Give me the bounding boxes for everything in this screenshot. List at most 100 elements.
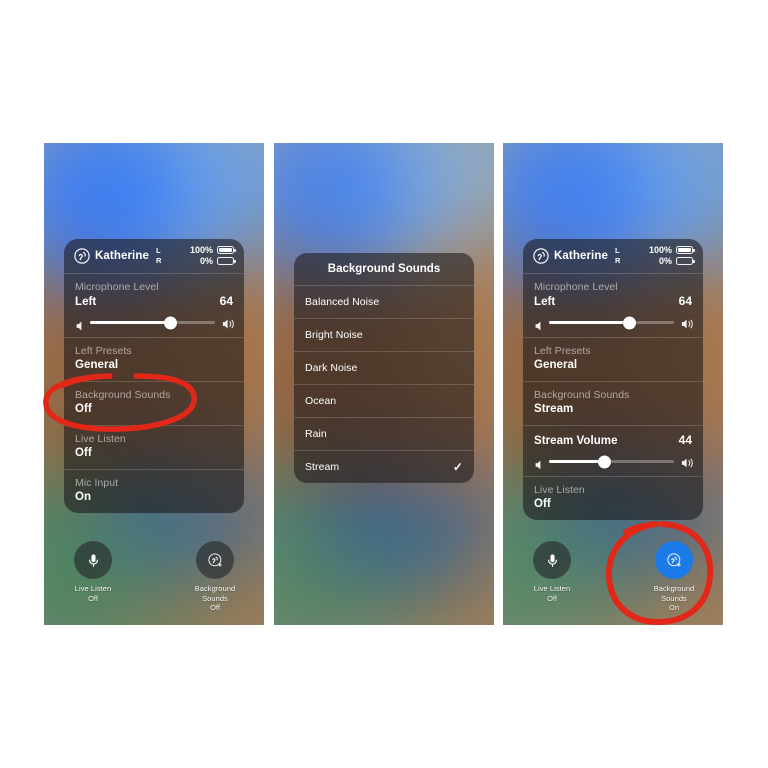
mic-input-label: Mic Input [75, 477, 119, 489]
background-sounds-icon-circle[interactable] [196, 541, 234, 579]
stream-volume-slider[interactable] [534, 455, 693, 469]
left-presets-label: Left Presets [75, 345, 132, 357]
device-name: Katherine [95, 249, 149, 262]
background-sounds-value: Stream [534, 403, 574, 415]
action-buttons-3: Live Listen Off Background Sounds On [503, 541, 723, 613]
battery-right-value: 0% [199, 256, 213, 266]
stream-volume-label: Stream Volume [534, 435, 618, 447]
hearing-control-card-1: Katherine L R 100% 0% Microphone Level L… [64, 239, 244, 513]
battery-left-icon [676, 245, 695, 255]
live-listen-button-title: Live Listen [74, 584, 112, 593]
background-sounds-button[interactable]: Background Sounds Off [181, 541, 249, 613]
battery-right-icon [217, 256, 236, 266]
phone-screenshot-1: Katherine L R 100% 0% Microphone Level L… [44, 143, 264, 625]
menu-title: Background Sounds [327, 263, 441, 275]
microphone-level-row[interactable]: Microphone Level Left 64 [64, 273, 244, 337]
background-sounds-button-title-line1: Background [194, 584, 236, 593]
left-presets-row[interactable]: Left Presets General [64, 337, 244, 381]
microphone-icon-circle[interactable] [533, 541, 571, 579]
background-sounds-value: Off [75, 403, 92, 415]
battery-right-icon [676, 256, 695, 266]
live-listen-value: Off [534, 498, 551, 510]
menu-item-label: Rain [305, 428, 327, 440]
live-listen-button-title: Live Listen [533, 584, 571, 593]
volume-low-icon [75, 319, 83, 330]
live-listen-button-state: Off [547, 593, 557, 603]
menu-item-label: Bright Noise [305, 329, 363, 341]
stream-volume-track[interactable] [549, 455, 674, 468]
live-listen-button[interactable]: Live Listen Off [59, 541, 127, 613]
volume-high-icon [681, 456, 693, 468]
left-presets-row[interactable]: Left Presets General [523, 337, 703, 381]
left-presets-value: General [75, 359, 119, 371]
battery-left-value: 100% [648, 245, 672, 255]
microphone-level-value: Left [75, 296, 97, 308]
battery-left-icon [217, 245, 236, 255]
menu-item-dark-noise[interactable]: Dark Noise [294, 351, 474, 384]
microphone-level-label: Microphone Level [75, 281, 159, 293]
background-sounds-row[interactable]: Background Sounds Stream [523, 381, 703, 425]
battery-readouts: 100% 0% [648, 245, 695, 266]
live-listen-button[interactable]: Live Listen Off [518, 541, 586, 613]
channel-right-label: R [155, 255, 162, 265]
menu-item-label: Ocean [305, 395, 337, 407]
menu-item-bright-noise[interactable]: Bright Noise [294, 318, 474, 351]
hearing-control-card-3: Katherine L R 100% 0% Microphone Level L… [523, 239, 703, 520]
phone-screenshot-3: Katherine L R 100% 0% Microphone Level L… [503, 143, 723, 625]
channel-right-label: R [614, 255, 621, 265]
background-sounds-icon [666, 552, 681, 567]
background-sounds-button-title-line2: Sounds [202, 593, 228, 603]
channel-labels: L R [156, 246, 161, 265]
device-header: Katherine L R 100% 0% [523, 239, 703, 273]
microphone-level-slider[interactable] [75, 316, 234, 330]
battery-readouts: 100% 0% [190, 245, 236, 266]
device-header: Katherine L R 100% 0% [64, 239, 244, 273]
microphone-icon-circle[interactable] [74, 541, 112, 579]
mic-input-row[interactable]: Mic Input On [64, 469, 244, 513]
microphone-icon [88, 554, 98, 567]
background-sounds-button-title-line1: Background [653, 584, 695, 593]
volume-high-icon [681, 317, 693, 329]
live-listen-row[interactable]: Live Listen Off [64, 425, 244, 469]
action-buttons-1: Live Listen Off Background Sounds Off [44, 541, 264, 613]
menu-item-stream[interactable]: Stream ✓ [294, 450, 474, 483]
background-sounds-button-state: Off [210, 603, 220, 612]
microphone-level-number: 64 [219, 294, 233, 308]
battery-left: 100% [190, 245, 236, 255]
hearing-device-icon [74, 247, 90, 264]
battery-right: 0% [199, 256, 236, 266]
battery-right: 0% [658, 256, 695, 266]
menu-item-rain[interactable]: Rain [294, 417, 474, 450]
battery-left: 100% [648, 245, 695, 255]
microphone-level-slider[interactable] [534, 316, 693, 330]
background-sounds-label: Background Sounds [75, 389, 171, 401]
background-sounds-menu: Background Sounds Balanced Noise Bright … [294, 253, 474, 483]
microphone-level-track[interactable] [549, 316, 674, 329]
volume-low-icon [534, 458, 542, 469]
channel-left-label: L [155, 246, 161, 255]
microphone-level-label: Microphone Level [534, 281, 618, 293]
live-listen-button-state: Off [88, 593, 98, 603]
background-sounds-icon-circle[interactable] [655, 541, 693, 579]
microphone-level-track[interactable] [90, 316, 215, 329]
microphone-level-number: 64 [678, 294, 692, 308]
menu-item-ocean[interactable]: Ocean [294, 384, 474, 417]
menu-item-balanced-noise[interactable]: Balanced Noise [294, 285, 474, 318]
background-sounds-row[interactable]: Background Sounds Off [64, 381, 244, 425]
stream-volume-row[interactable]: Stream Volume 44 [523, 425, 703, 476]
background-sounds-icon [207, 552, 222, 567]
background-sounds-button[interactable]: Background Sounds On [640, 541, 708, 613]
microphone-icon [547, 554, 557, 567]
menu-item-label: Dark Noise [305, 362, 358, 374]
battery-right-value: 0% [658, 256, 672, 266]
microphone-level-row[interactable]: Microphone Level Left 64 [523, 273, 703, 337]
live-listen-label: Live Listen [75, 433, 126, 445]
screenshot-canvas: Katherine L R 100% 0% Microphone Level L… [0, 0, 768, 768]
menu-item-label: Balanced Noise [305, 296, 380, 308]
live-listen-value: Off [75, 447, 92, 459]
hearing-device-icon [533, 247, 549, 264]
mic-input-value: On [75, 491, 92, 503]
live-listen-row[interactable]: Live Listen Off [523, 476, 703, 520]
microphone-level-value: Left [534, 296, 556, 308]
device-name: Katherine [554, 249, 608, 262]
